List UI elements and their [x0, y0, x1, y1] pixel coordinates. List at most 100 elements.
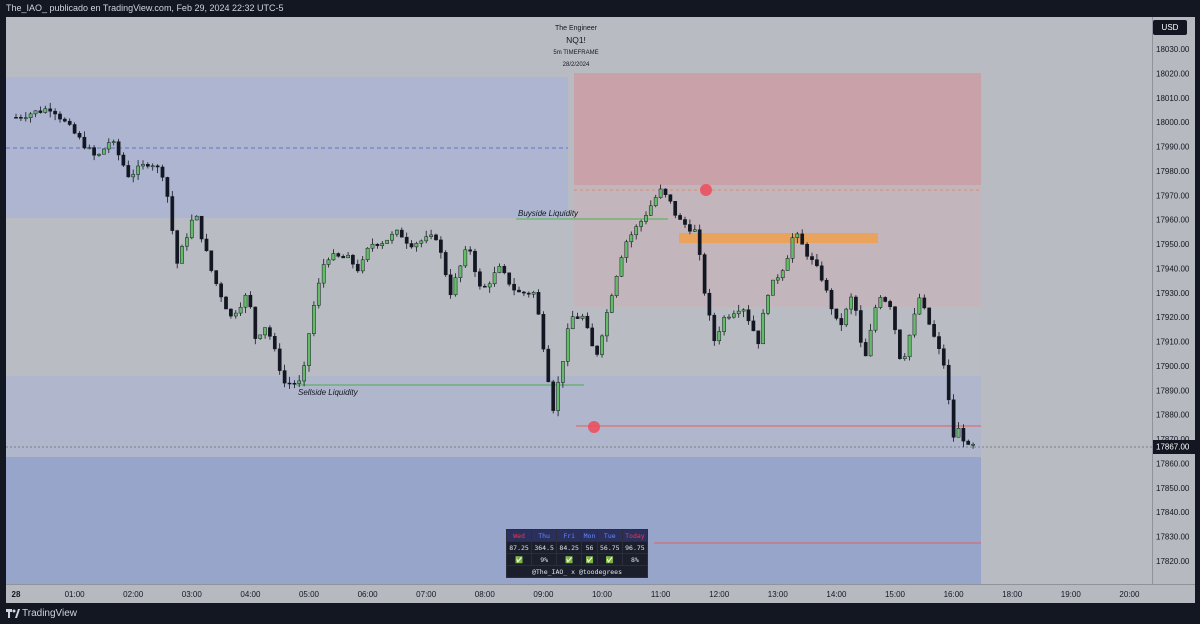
candle[interactable] — [619, 255, 624, 278]
candle[interactable] — [541, 311, 546, 352]
bullish-candle-body — [326, 259, 331, 265]
bearish-candle-body — [575, 316, 580, 319]
bearish-candle-body — [546, 348, 551, 383]
candle[interactable] — [761, 309, 765, 345]
bearish-candle-body — [697, 229, 702, 255]
bearish-candle-body — [517, 289, 521, 293]
bearish-candle-body — [126, 165, 131, 178]
bearish-candle-body — [585, 315, 590, 329]
candle[interactable] — [224, 295, 228, 310]
candle[interactable] — [214, 270, 219, 286]
candle[interactable] — [951, 394, 956, 442]
candle[interactable] — [365, 247, 370, 262]
candle[interactable] — [883, 296, 888, 303]
bullish-candle-body — [185, 237, 189, 247]
bearish-candle-body — [170, 196, 175, 231]
bearish-candle-body — [277, 348, 282, 371]
bullish-candle-body — [419, 240, 424, 244]
candle[interactable] — [702, 252, 707, 296]
candle[interactable] — [712, 312, 717, 346]
bearish-candle-body — [19, 117, 23, 119]
candle[interactable] — [170, 191, 175, 235]
candle[interactable] — [199, 215, 204, 243]
candle[interactable] — [893, 306, 897, 335]
time-axis[interactable] — [6, 584, 1195, 603]
candle[interactable] — [312, 301, 316, 337]
candle[interactable] — [507, 272, 512, 287]
candle[interactable] — [858, 305, 863, 348]
candle[interactable] — [443, 250, 448, 277]
bullish-candle-body — [902, 356, 907, 359]
bearish-candle-body — [482, 285, 487, 288]
candle[interactable] — [844, 307, 849, 327]
bullish-candle-body — [497, 266, 502, 273]
candle[interactable] — [878, 295, 883, 310]
candle[interactable] — [194, 215, 199, 221]
bullish-candle-body — [580, 315, 585, 319]
bullish-candle-body — [780, 270, 785, 279]
bullish-candle-body — [43, 108, 48, 113]
bullish-candle-body — [106, 142, 111, 150]
candle[interactable] — [600, 334, 604, 358]
bullish-candle-body — [717, 331, 722, 342]
bullish-candle-body — [258, 334, 263, 339]
price-axis[interactable] — [1152, 17, 1195, 584]
currency-badge[interactable]: USD — [1153, 20, 1187, 35]
lower-range-zone — [6, 376, 981, 457]
candle[interactable] — [873, 304, 878, 333]
bearish-candle-body — [204, 238, 209, 252]
bearish-candle-body — [815, 259, 819, 267]
candle[interactable] — [556, 376, 560, 417]
candle[interactable] — [253, 306, 258, 345]
bearish-candle-body — [678, 215, 682, 220]
tradingview-logo-icon[interactable] — [6, 609, 20, 618]
stats-range-tue: 56.75 — [596, 541, 623, 554]
candle[interactable] — [790, 233, 795, 263]
tradingview-brand[interactable]: TradingView — [22, 608, 77, 619]
candle[interactable] — [434, 233, 438, 241]
bullish-candle-body — [653, 197, 658, 206]
bearish-candle-body — [941, 348, 946, 366]
bearish-candle-body — [595, 345, 599, 355]
candle[interactable] — [551, 379, 556, 414]
bullish-candle-body — [321, 264, 326, 284]
bearish-candle-body — [522, 291, 526, 294]
bearish-candle-body — [756, 330, 761, 345]
stats-range-mon: 56 — [581, 541, 598, 554]
candle[interactable] — [609, 293, 614, 314]
candle[interactable] — [385, 239, 389, 244]
candle[interactable] — [824, 278, 829, 293]
bullish-candle-body — [360, 259, 365, 272]
candle[interactable] — [946, 359, 951, 405]
bearish-candle-body — [160, 166, 165, 178]
bullish-candle-body — [102, 148, 106, 155]
bearish-candle-body — [663, 188, 668, 195]
symbol-label: NQ1! — [566, 35, 586, 45]
candle[interactable] — [536, 289, 541, 315]
candle[interactable] — [546, 345, 551, 383]
bearish-candle-body — [883, 297, 888, 302]
candle[interactable] — [614, 275, 619, 298]
bearish-candle-body — [53, 110, 57, 115]
bearish-candle-body — [507, 272, 512, 285]
candle[interactable] — [209, 250, 214, 273]
fair-value-gap-box[interactable] — [679, 233, 878, 243]
candle[interactable] — [771, 279, 775, 296]
stats-day-mon: Mon — [581, 529, 598, 542]
candle[interactable] — [907, 334, 912, 361]
candle[interactable] — [766, 294, 770, 316]
bullish-candle-body — [878, 297, 883, 308]
candle[interactable] — [898, 329, 902, 360]
candle[interactable] — [927, 307, 932, 326]
candle[interactable] — [175, 229, 180, 269]
candle[interactable] — [478, 268, 482, 290]
chart-frame[interactable]: The Engineer NQ1! 5m TIMEFRAME 28/2/2024… — [6, 17, 1195, 603]
candle[interactable] — [180, 244, 184, 264]
candle[interactable] — [565, 323, 570, 367]
bearish-candle-body — [468, 249, 473, 252]
bearish-candle-body — [829, 290, 834, 310]
bearish-candle-body — [292, 383, 297, 385]
candle[interactable] — [102, 148, 106, 155]
bullish-candle-body — [97, 153, 101, 156]
candlestick-chart[interactable]: The Engineer NQ1! 5m TIMEFRAME 28/2/2024… — [6, 17, 1195, 603]
